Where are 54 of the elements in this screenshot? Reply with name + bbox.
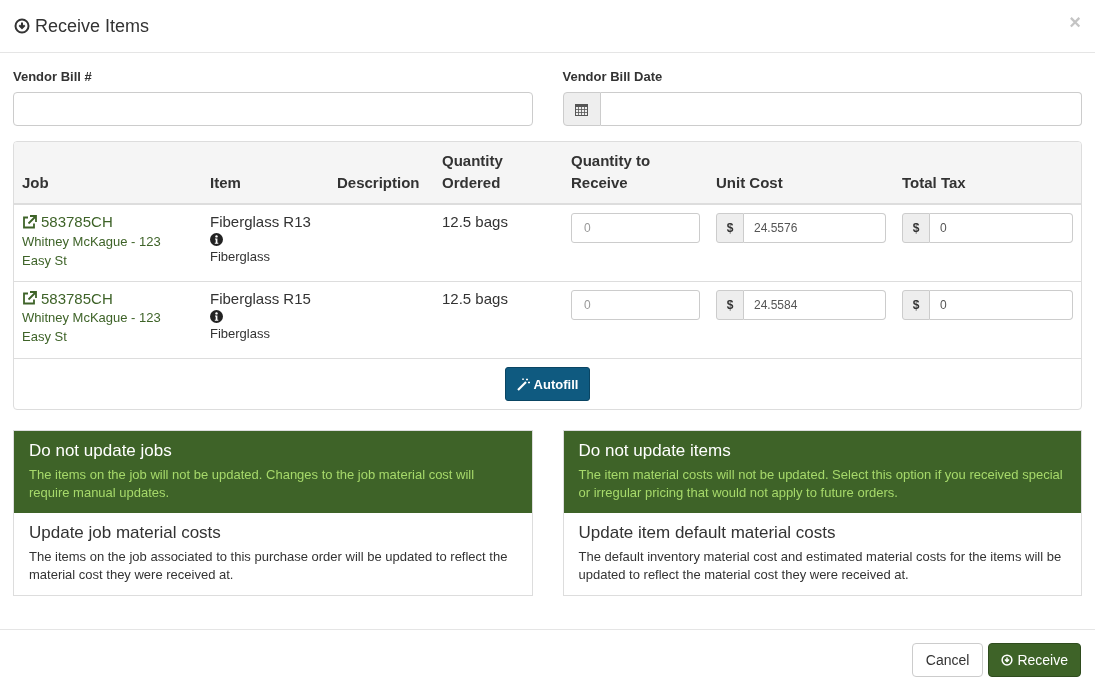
- currency-addon: $: [902, 289, 930, 320]
- item-name: Fiberglass R13: [210, 213, 312, 230]
- column-header: Item: [202, 142, 329, 204]
- quantity-ordered: 12.5 bags: [442, 289, 508, 307]
- item-name: Fiberglass R15: [210, 289, 312, 307]
- total-tax-input[interactable]: 0: [930, 213, 1073, 243]
- external-link-icon: [22, 214, 37, 229]
- magic-wand-icon: [516, 377, 530, 391]
- customer-address: Whitney McKague - 123 Easy St: [22, 232, 162, 270]
- option-item[interactable]: Do not update items The item material costs will not be updated. Select this option if you received special or irregular pricing that would not apply to future orders.: [563, 431, 1081, 513]
- column-header: Quantity to Receive: [563, 142, 708, 204]
- info-icon: [210, 309, 223, 323]
- quantity-input[interactable]: 0: [571, 289, 700, 320]
- field-label: Vendor Bill #: [13, 69, 93, 84]
- option-description: The items on the job associated to this purchase order will be updated to reflect the material cost they were received at.: [29, 548, 509, 584]
- option-title: Update job material costs: [29, 523, 222, 543]
- option-description: The item material costs will not be updated. Select this option if you received special or irregular pricing that would not apply to future orders.: [578, 466, 1064, 502]
- column-header: Total Tax: [894, 142, 1081, 204]
- receive-button[interactable]: Receive: [988, 643, 1081, 677]
- column-header: Unit Cost: [708, 142, 894, 204]
- unit-cost-input[interactable]: 24.5576: [744, 213, 886, 243]
- currency-addon: $: [902, 213, 930, 243]
- download-circle-icon: [14, 18, 30, 34]
- customer-address: Whitney McKague - 123 Easy St: [22, 309, 162, 346]
- option-title: Update item default material costs: [578, 523, 837, 543]
- dialog-title: Receive Items: [35, 15, 150, 37]
- quantity-ordered: 12.5 bags: [442, 213, 508, 230]
- item-category: Fiberglass: [210, 248, 271, 266]
- date-input[interactable]: [600, 92, 1082, 126]
- option-item[interactable]: Do not update jobs The items on the job will not be updated. Changes to the job material cost will require manual updates.: [14, 431, 532, 513]
- column-header: Job: [14, 142, 202, 204]
- info-icon: [210, 233, 223, 246]
- cancel-button[interactable]: Cancel: [911, 643, 984, 677]
- external-link-icon: [22, 291, 37, 305]
- currency-addon: $: [716, 213, 744, 243]
- option-description: The default inventory material cost and estimated material costs for the items will be updated to reflect the material cost they were received at.: [578, 548, 1063, 584]
- unit-cost-input[interactable]: 24.5584: [744, 289, 886, 320]
- input-field[interactable]: [13, 92, 533, 126]
- job-link[interactable]: 583785CH: [22, 213, 113, 230]
- column-header: Quantity Ordered: [434, 142, 563, 204]
- download-circle-icon: [1001, 654, 1014, 666]
- total-tax-input[interactable]: 0: [930, 289, 1073, 320]
- job-link[interactable]: 583785CH: [22, 289, 113, 307]
- item-category: Fiberglass: [210, 324, 271, 343]
- autofill-button[interactable]: Autofill: [504, 367, 591, 401]
- calendar-addon[interactable]: [562, 92, 601, 126]
- option-title: Do not update items: [578, 441, 732, 461]
- column-header: Description: [329, 142, 434, 204]
- quantity-input[interactable]: 0: [571, 213, 700, 243]
- option-description: The items on the job will not be updated. Changes to the job material cost will require manual updates.: [29, 466, 476, 502]
- currency-addon: $: [716, 289, 744, 320]
- field-label: Vendor Bill Date: [562, 69, 664, 84]
- calendar-icon: [575, 102, 588, 116]
- option-title: Do not update jobs: [29, 441, 173, 461]
